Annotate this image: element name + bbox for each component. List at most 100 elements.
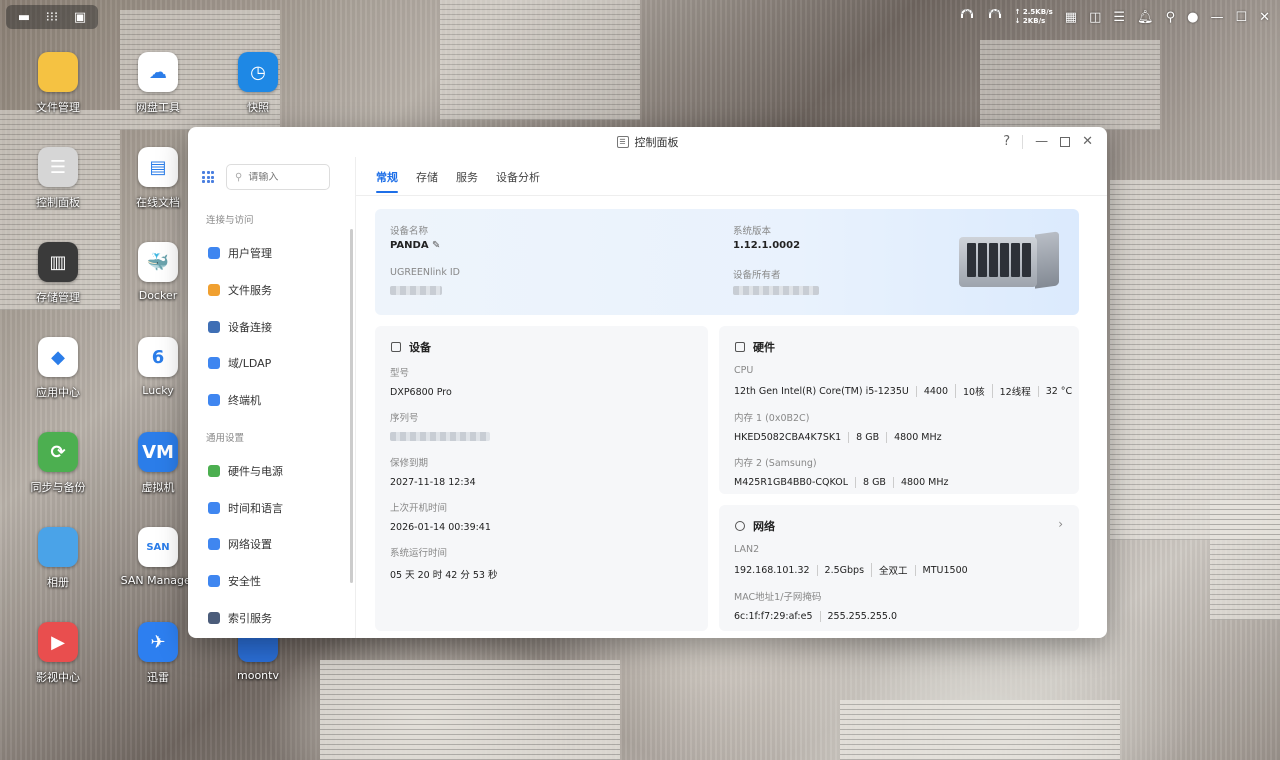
network-card[interactable]: 网络 › LAN2 192.168.101.32 2.5Gbps 全双工 MTU1500… (719, 505, 1079, 631)
device-name-label: 设备名称 (390, 226, 429, 237)
desktop-icon[interactable]: ▬ (18, 11, 30, 24)
version-label: 系统版本 (733, 226, 772, 237)
window-titlebar[interactable]: ☰ 控制面板 (188, 127, 1107, 157)
sidebar-item-1[interactable]: 文件服务 (208, 282, 272, 298)
tab-2[interactable]: 服务 (456, 169, 478, 185)
maximize-icon[interactable]: ☐ (1235, 11, 1247, 24)
net-up-value: 2.5KB/s (1022, 8, 1053, 16)
ram-gauge-icon[interactable]: RAM (987, 9, 1003, 25)
edit-icon[interactable]: ✎ (432, 240, 440, 251)
sidebar-item-label: 安全性 (228, 575, 261, 588)
value-part: 12线程 (991, 384, 1038, 398)
app-icon: ✈ (138, 622, 178, 662)
app-label: 控制面板 (36, 196, 80, 209)
desktop-app-5[interactable]: ▥ 存储管理 (10, 242, 106, 305)
value-part: 192.168.101.32 (734, 564, 810, 576)
app-label: 迅雷 (147, 671, 169, 684)
minimize-icon[interactable]: — (1210, 11, 1223, 24)
window-minimize-button[interactable]: — (1035, 134, 1048, 149)
desktop-app-2[interactable]: ◷ 快照 (210, 52, 306, 115)
app-icon (38, 52, 78, 92)
sidebar-item-2[interactable]: 设备连接 (208, 319, 272, 335)
widgets-icon[interactable]: ▦ (1065, 11, 1077, 24)
sidebar-item-0[interactable]: 用户管理 (208, 245, 272, 261)
sidebar-item-7[interactable]: 网络设置 (208, 536, 272, 552)
value-part: 全双工 (871, 563, 915, 577)
monitor-icon[interactable]: ◫ (1089, 11, 1101, 24)
sidebar-item-icon (208, 612, 220, 624)
sidebar-item-3[interactable]: 域/LDAP (208, 355, 271, 371)
search-icon[interactable]: ⚲ (1166, 11, 1176, 24)
value-part: HKED5082CBA4K7SK1 (734, 432, 842, 443)
desktop-app-3[interactable]: ☰ 控制面板 (10, 147, 106, 210)
sidebar-item-icon (208, 247, 220, 259)
tab-0[interactable]: 常规 (376, 169, 398, 193)
cpu-gauge-icon[interactable]: CPU (959, 9, 975, 25)
desktop-app-1[interactable]: ☁ 网盘工具 (110, 52, 206, 115)
app-icon: ▥ (38, 242, 78, 282)
top-right-group: CPU RAM ↑ 2.5KB/s ↓ 2KB/s ▦ ◫ ☰ 🔔︎ ⚲ ● —… (959, 6, 1270, 28)
value-part: 255.255.255.0 (819, 611, 905, 622)
sidebar-item-label: 硬件与电源 (228, 465, 283, 478)
sidebar-item-label: 用户管理 (228, 247, 272, 260)
sidebar-item-6[interactable]: 时间和语言 (208, 500, 283, 516)
device-name: PANDA (390, 240, 429, 251)
top-left-group: ▬ ⁝⁝⁝ ▣ (6, 5, 98, 29)
tab-3[interactable]: 设备分析 (496, 169, 540, 185)
app-label: 虚拟机 (141, 481, 175, 494)
net-down-value: 2KB/s (1022, 17, 1046, 25)
section-general: 通用设置 (206, 433, 245, 444)
sidebar-item-label: 文件服务 (228, 284, 272, 297)
desktop-app-0[interactable]: 文件管理 (10, 52, 106, 115)
nas-device-image (959, 231, 1059, 291)
close-icon[interactable]: ✕ (1259, 11, 1270, 24)
mem1-value: HKED5082CBA4K7SK1 8 GB 4800 MHz (734, 432, 949, 443)
cpu-label: CPU (734, 365, 754, 376)
app-label: 影视中心 (36, 671, 80, 684)
mac-label: MAC地址1/子网掩码 (734, 592, 822, 603)
user-icon[interactable]: ● (1187, 11, 1198, 24)
app-label: SAN Manager (120, 574, 196, 587)
tab-1[interactable]: 存储 (416, 169, 438, 185)
app-label: 存储管理 (36, 291, 80, 304)
window-maximize-button[interactable] (1060, 136, 1071, 147)
control-panel-taskbar-icon[interactable]: ▣ (74, 11, 86, 24)
mem2-label: 内存 2 (Samsung) (734, 458, 817, 469)
sidebar-item-5[interactable]: 硬件与电源 (208, 463, 283, 479)
app-grid-icon[interactable]: ⁝⁝⁝ (46, 11, 58, 24)
network-speed[interactable]: ↑ 2.5KB/s ↓ 2KB/s (1015, 8, 1053, 26)
owner-redacted (733, 286, 819, 295)
sidebar-item-icon (208, 321, 220, 333)
app-label: 网盘工具 (136, 101, 180, 114)
window-close-button[interactable]: ✕ (1082, 134, 1093, 149)
tasks-icon[interactable]: ☰ (1113, 11, 1125, 24)
sidebar-item-label: 索引服务 (228, 612, 272, 625)
app-icon: ▶ (38, 622, 78, 662)
sidebar-item-8[interactable]: 安全性 (208, 573, 261, 589)
app-icon: SAN (138, 527, 178, 567)
bell-icon[interactable]: 🔔︎ (1137, 11, 1154, 24)
desktop-app-9[interactable]: ⟳ 同步与备份 (10, 432, 106, 495)
app-icon: VM (138, 432, 178, 472)
version-value: 1.12.1.0002 (733, 240, 801, 251)
desktop-app-11[interactable]: 相册 (10, 527, 106, 590)
ugreen-id-redacted (390, 286, 442, 295)
sidebar-item-icon (208, 465, 220, 477)
app-grid-icon[interactable] (202, 171, 214, 183)
app-icon: ▤ (138, 147, 178, 187)
control-panel-window: ☰ 控制面板 ? — ✕ ⚲ 连接与访问 用户管理文件服务设备连接域/LDAP 终… (188, 127, 1107, 638)
sidebar-item-4[interactable]: 终端机 (208, 392, 261, 408)
section-connect: 连接与访问 (206, 215, 254, 226)
sidebar-item-9[interactable]: 索引服务 (208, 610, 272, 626)
net-down-text: ↓ 2KB/s (1014, 17, 1046, 25)
chevron-right-icon[interactable]: › (1058, 517, 1063, 531)
desktop-app-13[interactable]: ▶ 影视中心 (10, 622, 106, 685)
desktop-app-7[interactable]: ◆ 应用中心 (10, 337, 106, 400)
app-label: Docker (138, 289, 178, 302)
sidebar-item-label: 域/LDAP (228, 357, 272, 370)
search-input[interactable] (248, 171, 319, 183)
separator (1022, 134, 1024, 149)
help-button[interactable]: ? (1003, 134, 1010, 149)
sidebar-scrollbar[interactable] (350, 229, 353, 583)
search-box[interactable]: ⚲ (226, 164, 330, 190)
